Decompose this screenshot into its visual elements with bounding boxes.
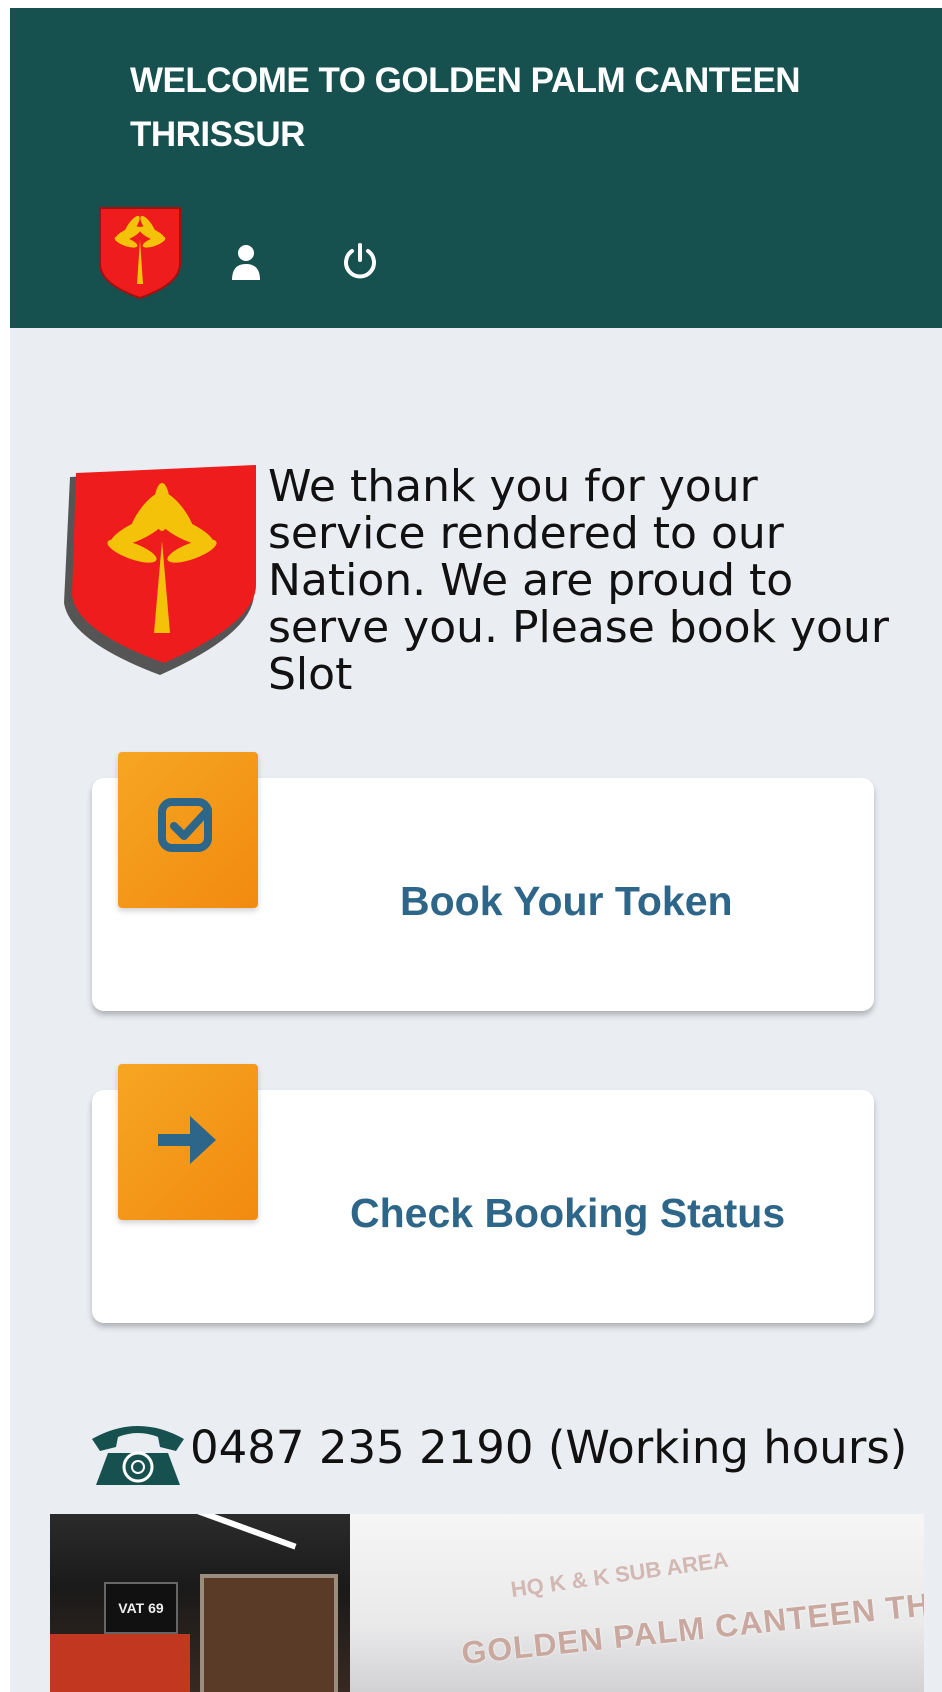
welcome-section: We thank you for your service rendered t… xyxy=(60,463,942,698)
arrow-right-icon xyxy=(158,1116,216,1164)
canteen-photo: VAT 69 HQ K & K SUB AREA GOLDEN PALM CAN… xyxy=(50,1514,924,1692)
check-booking-status-button[interactable]: Check Booking Status xyxy=(92,1064,874,1323)
shop-shelf xyxy=(200,1574,338,1692)
contact-phone: 0487 235 2190 (Working hours) xyxy=(84,1413,934,1493)
power-icon[interactable] xyxy=(340,242,380,282)
check-status-label: Check Booking Status xyxy=(350,1190,786,1236)
book-token-button[interactable]: Book Your Token xyxy=(92,752,874,1011)
phone-number: 0487 235 2190 (Working hours) xyxy=(190,1421,908,1474)
ceiling-light xyxy=(153,1514,297,1550)
palm-shield-logo-icon[interactable] xyxy=(96,204,184,300)
palm-shield-logo-icon xyxy=(64,465,256,675)
telephone-icon xyxy=(92,1426,184,1485)
user-icon[interactable] xyxy=(230,242,262,282)
signboard-subtitle: HQ K & K SUB AREA xyxy=(509,1546,730,1603)
top-header: WELCOME TO GOLDEN PALM CANTEEN THRISSUR xyxy=(10,8,942,328)
canteen-signboard-photo: HQ K & K SUB AREA GOLDEN PALM CANTEEN TH… xyxy=(350,1514,924,1692)
welcome-message: We thank you for your service rendered t… xyxy=(268,463,889,698)
app-screen: WELCOME TO GOLDEN PALM CANTEEN THRISSUR xyxy=(10,8,942,1692)
shop-counter xyxy=(50,1634,190,1692)
shop-interior-photo: VAT 69 xyxy=(50,1514,350,1692)
page-title: WELCOME TO GOLDEN PALM CANTEEN THRISSUR xyxy=(130,61,801,154)
shop-sign: VAT 69 xyxy=(104,1582,178,1634)
book-token-label: Book Your Token xyxy=(400,878,733,924)
checkbox-icon xyxy=(158,798,212,852)
